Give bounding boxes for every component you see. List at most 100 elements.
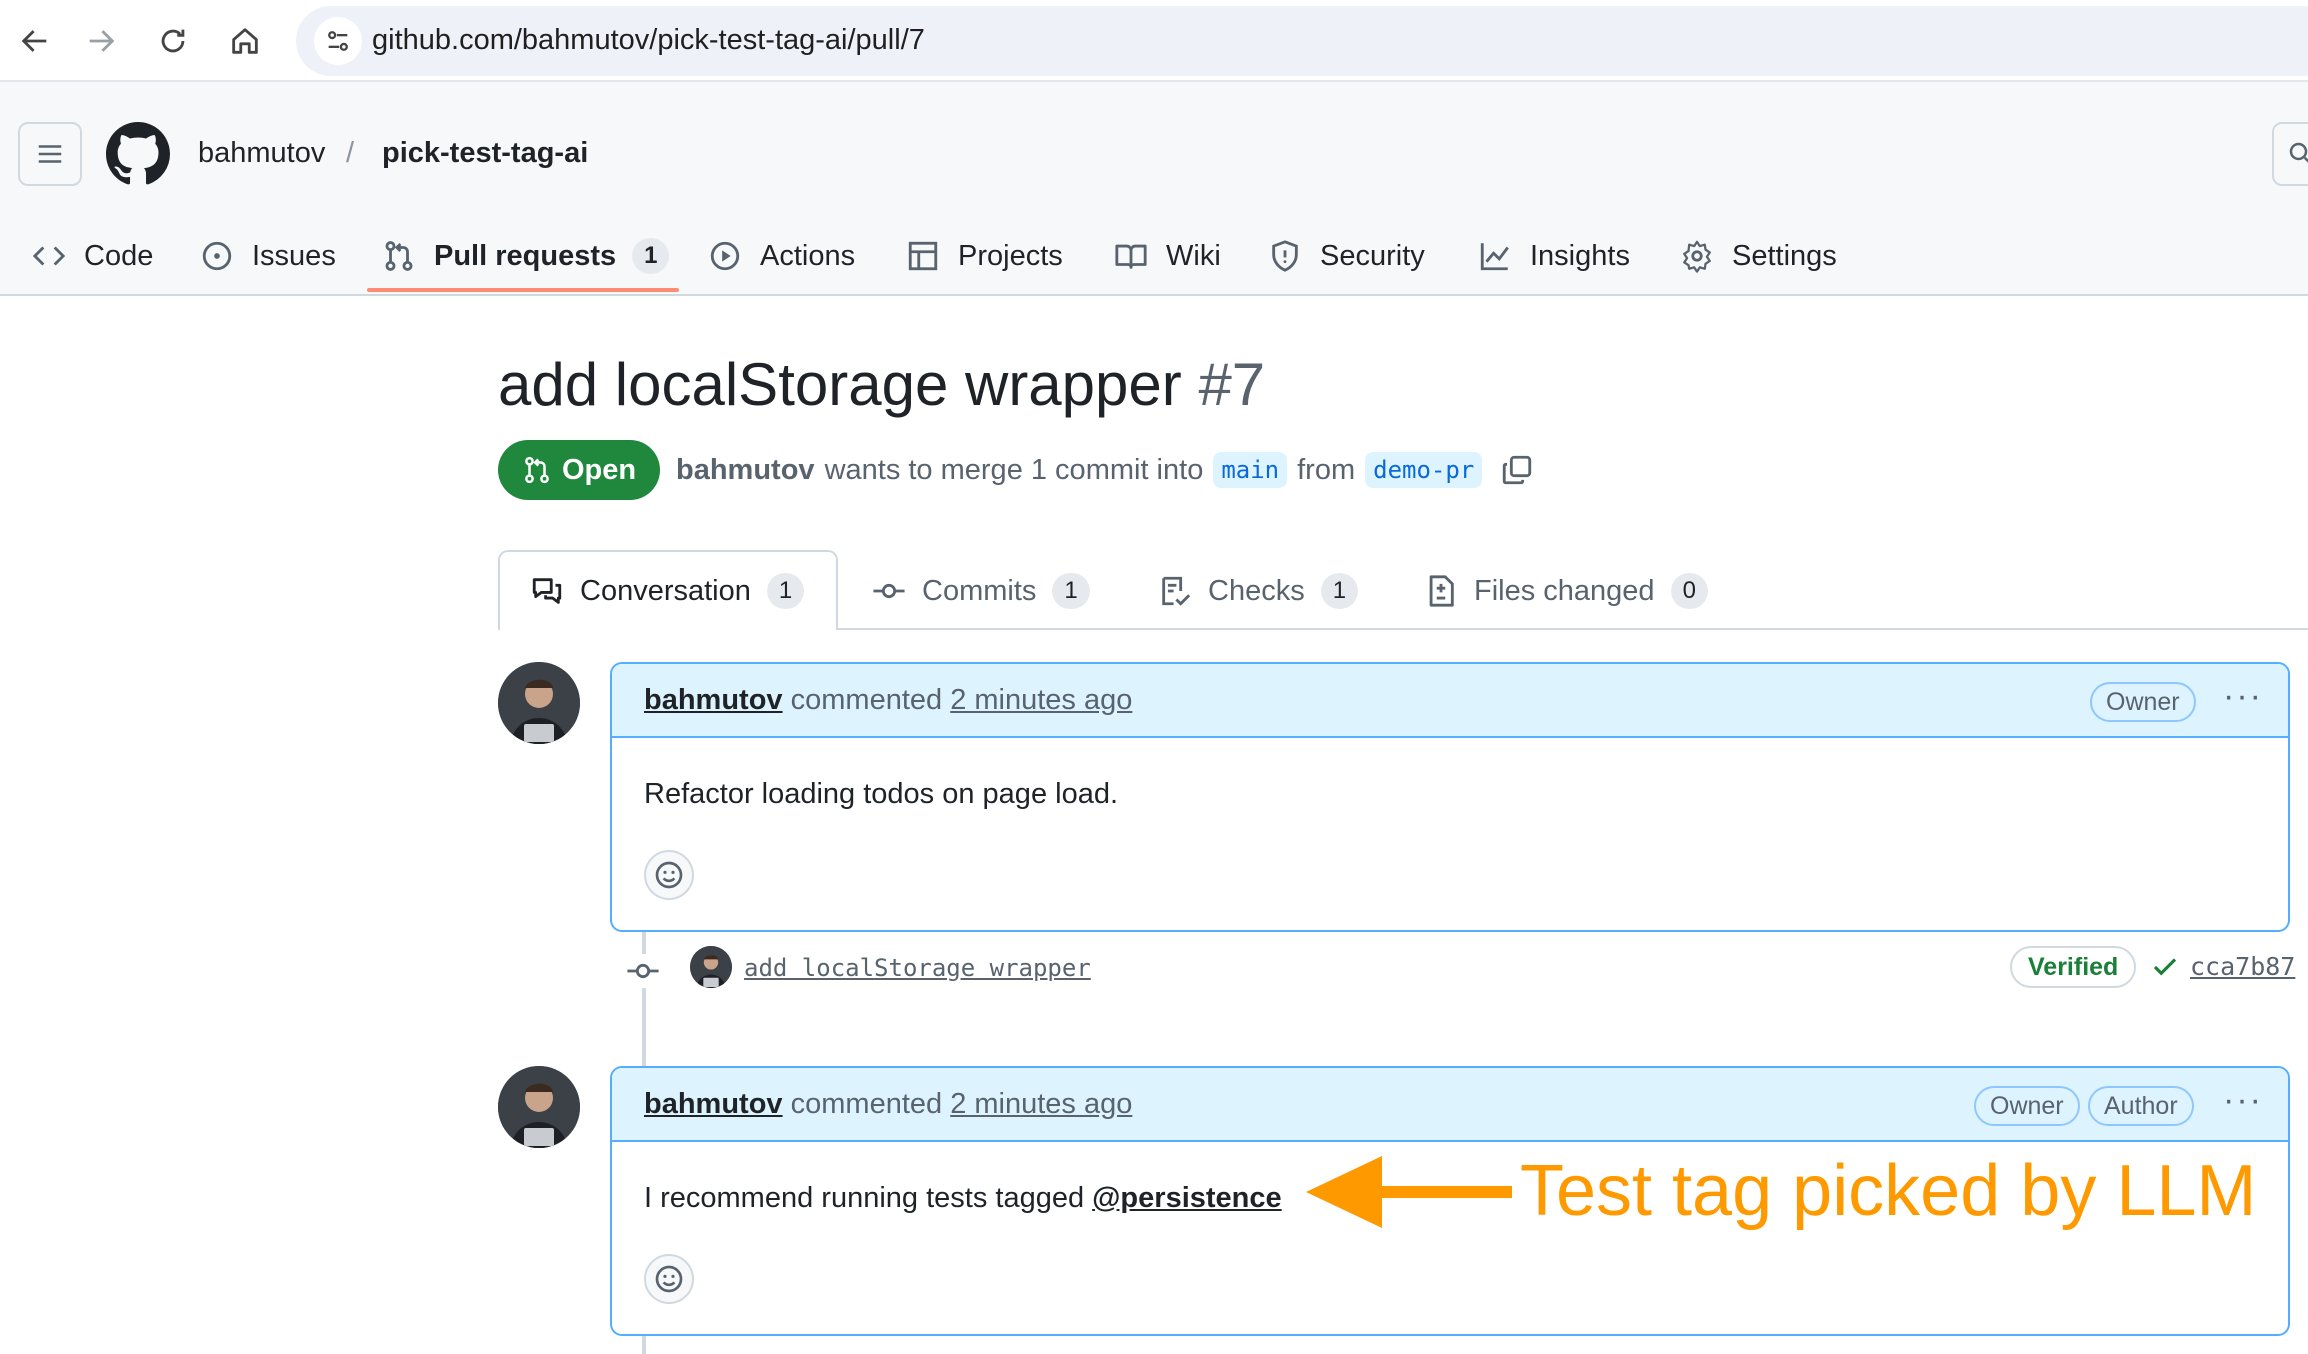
- owner-badge: Owner: [1974, 1086, 2080, 1126]
- checks-counter: 1: [1320, 573, 1359, 609]
- url-text[interactable]: github.com/bahmutov/pick-test-tag-ai/pul…: [372, 24, 925, 57]
- comment-options-button[interactable]: ···: [2218, 1082, 2268, 1126]
- copy-icon[interactable]: [1500, 453, 1534, 487]
- pr-author-link[interactable]: bahmutov: [676, 454, 815, 487]
- browser-toolbar: github.com/bahmutov/pick-test-tag-ai/pul…: [0, 0, 2308, 82]
- comment-header: bahmutov commented 2 minutes ago Owner A…: [612, 1068, 2288, 1142]
- comment-timestamp[interactable]: 2 minutes ago: [950, 1088, 1132, 1120]
- verified-badge[interactable]: Verified: [2010, 946, 2137, 988]
- commits-counter: 1: [1052, 573, 1090, 609]
- user-avatar-icon: [498, 662, 580, 744]
- comment-meta: bahmutov commented 2 minutes ago: [644, 1088, 1132, 1121]
- comment-text-prefix: I recommend running tests tagged: [644, 1182, 1085, 1214]
- reload-button[interactable]: [146, 14, 200, 68]
- file-diff-icon: [1429, 575, 1454, 607]
- tab-actions-label: Actions: [760, 239, 856, 272]
- smiley-icon: [655, 861, 683, 889]
- base-branch[interactable]: main: [1213, 452, 1288, 488]
- page-title: add localStorage wrapper #7: [498, 350, 1265, 419]
- comment-text: I recommend running tests tagged @persis…: [644, 1182, 1282, 1215]
- tab-files-changed[interactable]: Files changed 0: [1424, 566, 1708, 616]
- tab-projects[interactable]: Projects: [906, 218, 1063, 294]
- comment-header: bahmutov commented 2 minutes ago Owner ·…: [612, 664, 2288, 738]
- github-logo-icon[interactable]: [106, 122, 170, 186]
- tab-settings[interactable]: Settings: [1680, 218, 1837, 294]
- tab-conversation[interactable]: Conversation 1: [530, 566, 805, 616]
- shield-icon: [1272, 240, 1298, 272]
- comment-discussion-icon: [532, 578, 562, 604]
- smiley-icon: [655, 1265, 683, 1293]
- avatar[interactable]: [690, 946, 732, 988]
- tab-commits[interactable]: Commits 1: [872, 566, 1090, 616]
- tab-pull-requests-label: Pull requests: [434, 239, 617, 272]
- hamburger-icon: [38, 145, 62, 163]
- comment-timestamp[interactable]: 2 minutes ago: [950, 684, 1132, 716]
- home-icon: [232, 28, 258, 54]
- tab-pull-requests[interactable]: Pull requests 1: [382, 218, 670, 294]
- selected-tab-indicator: [367, 288, 679, 292]
- tab-wiki[interactable]: Wiki: [1114, 218, 1221, 294]
- comment-author-link[interactable]: bahmutov: [644, 684, 783, 716]
- add-reaction-button[interactable]: [644, 1254, 694, 1304]
- tab-insights-label: Insights: [1530, 239, 1630, 272]
- git-pull-request-icon: [525, 456, 549, 484]
- pr-state-label: Open: [562, 453, 637, 486]
- owner-badge: Owner: [2090, 682, 2196, 722]
- table-icon: [908, 241, 938, 271]
- global-menu-button[interactable]: [18, 122, 82, 186]
- commit-item: add localStorage wrapper Verified cca7b8…: [620, 944, 2295, 996]
- comment-action: commented: [790, 1088, 943, 1120]
- play-icon: [710, 241, 740, 271]
- test-tag-link[interactable]: @persistence: [1092, 1182, 1281, 1214]
- issue-icon: [202, 241, 232, 271]
- pull-request-icon: [385, 241, 413, 271]
- pr-tabs-divider: [838, 628, 2308, 630]
- tab-code-label: Code: [84, 239, 154, 272]
- tab-checks-label: Checks: [1208, 574, 1305, 607]
- pull-requests-counter: 1: [632, 238, 670, 274]
- head-branch[interactable]: demo-pr: [1365, 452, 1483, 488]
- search-icon: [2289, 142, 2308, 163]
- repo-header: bahmutov / pick-test-tag-ai Code Issues …: [0, 82, 2308, 296]
- back-button[interactable]: [8, 14, 62, 68]
- avatar[interactable]: [498, 662, 580, 744]
- pr-title-text: add localStorage wrapper: [498, 351, 1182, 418]
- address-bar[interactable]: github.com/bahmutov/pick-test-tag-ai/pul…: [296, 6, 2308, 76]
- gear-icon: [1683, 240, 1711, 273]
- arrow-right-icon: [89, 30, 115, 52]
- forward-button[interactable]: [74, 14, 128, 68]
- tab-insights[interactable]: Insights: [1478, 218, 1630, 294]
- home-button[interactable]: [218, 14, 272, 68]
- comment-text: Refactor loading todos on page load.: [644, 778, 1119, 810]
- tab-issues[interactable]: Issues: [200, 218, 336, 294]
- tune-icon: [328, 31, 348, 51]
- from-text: from: [1297, 453, 1356, 486]
- repo-nav: Code Issues Pull requests 1 Actions Proj…: [0, 218, 2308, 296]
- commit-icon: [873, 583, 905, 599]
- repo-name-link[interactable]: pick-test-tag-ai: [382, 137, 588, 170]
- repo-owner-link[interactable]: bahmutov: [198, 137, 325, 170]
- user-avatar-icon: [498, 1066, 580, 1148]
- tab-security-label: Security: [1320, 239, 1425, 272]
- site-settings-button[interactable]: [314, 17, 362, 65]
- add-reaction-button[interactable]: [644, 850, 694, 900]
- check-icon[interactable]: [2150, 952, 2180, 982]
- tab-actions[interactable]: Actions: [708, 218, 855, 294]
- reload-icon: [161, 29, 185, 53]
- comment-author-link[interactable]: bahmutov: [644, 1088, 783, 1120]
- tab-checks[interactable]: Checks 1: [1158, 566, 1359, 616]
- tab-code[interactable]: Code: [32, 218, 153, 294]
- pr-state-badge: Open: [498, 440, 660, 500]
- tab-issues-label: Issues: [252, 239, 336, 272]
- tab-settings-label: Settings: [1732, 239, 1837, 272]
- avatar[interactable]: [498, 1066, 580, 1148]
- commit-sha-link[interactable]: cca7b87: [2190, 952, 2295, 981]
- author-badge: Author: [2088, 1086, 2194, 1126]
- tab-conversation-label: Conversation: [580, 574, 751, 607]
- commit-message-link[interactable]: add localStorage wrapper: [744, 954, 1091, 982]
- annotation-arrow-icon: [1306, 1156, 1512, 1228]
- comment-options-button[interactable]: ···: [2218, 678, 2268, 722]
- conversation-counter: 1: [766, 573, 805, 609]
- tab-security[interactable]: Security: [1268, 218, 1425, 294]
- search-button[interactable]: [2272, 122, 2308, 186]
